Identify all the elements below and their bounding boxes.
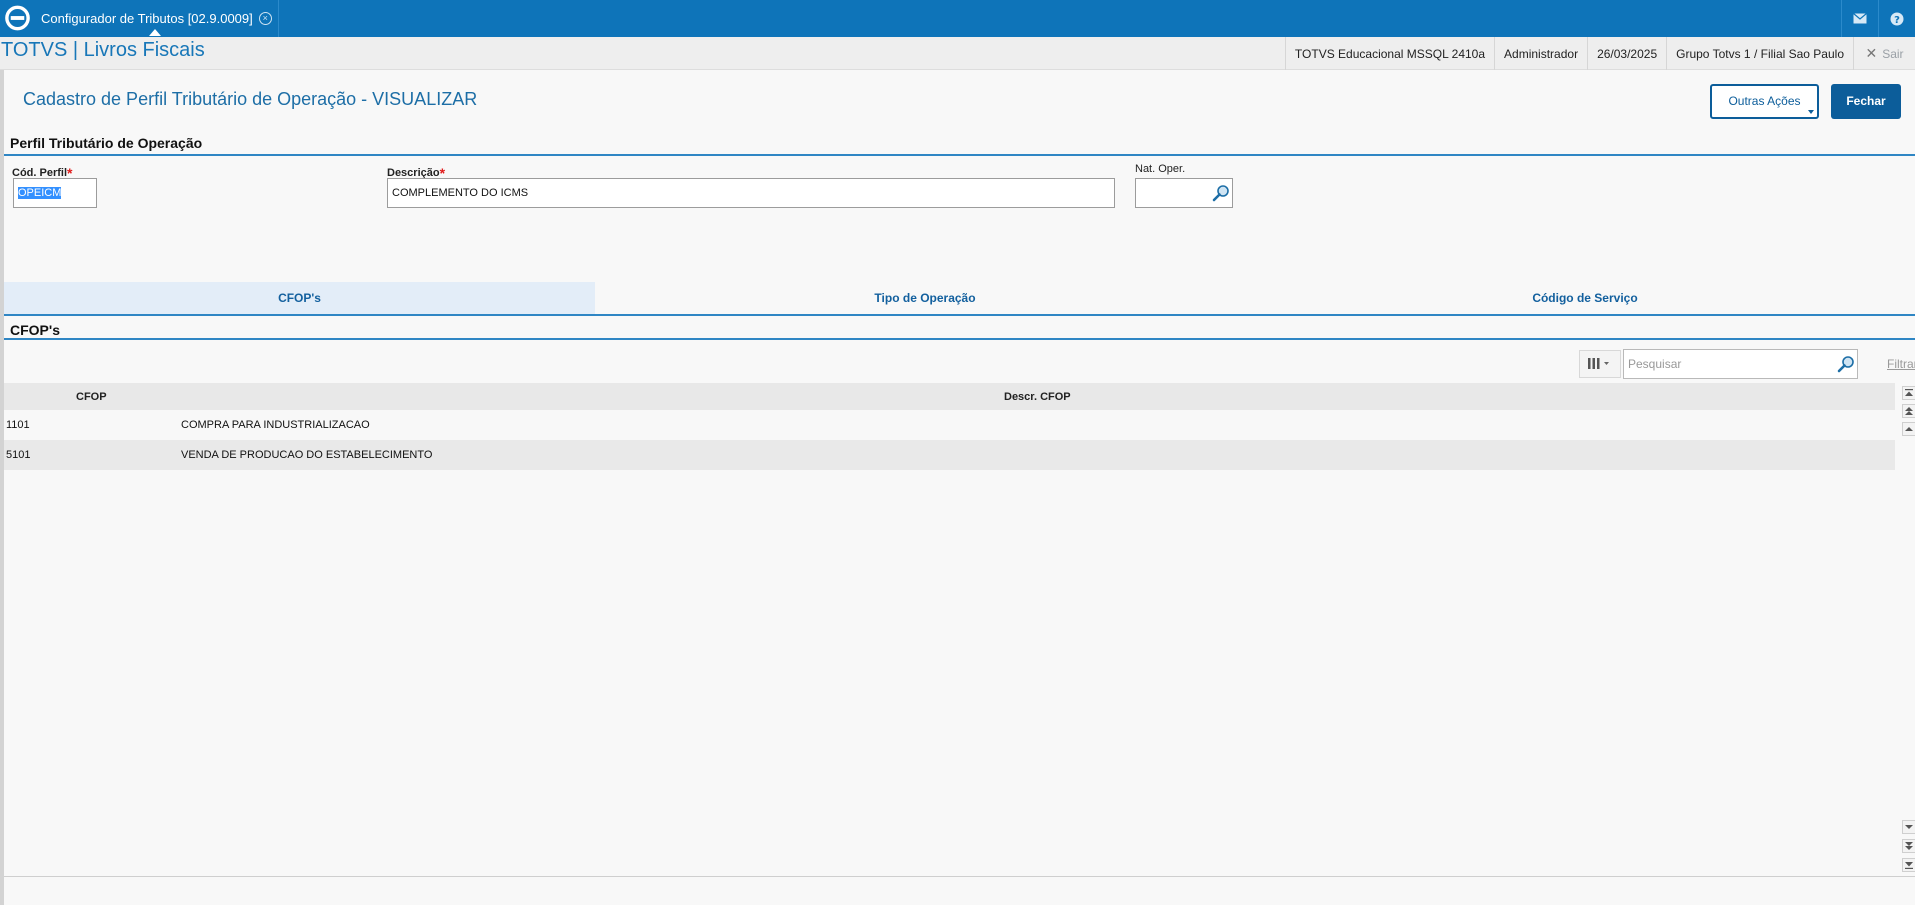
filter-link[interactable]: Filtrar bbox=[1887, 357, 1915, 371]
cod-perfil-field[interactable]: OPEICM bbox=[13, 178, 97, 208]
app-title: TOTVS | Livros Fiscais bbox=[1, 39, 205, 61]
table-row[interactable]: 5101 VENDA DE PRODUCAO DO ESTABELECIMENT… bbox=[4, 440, 1895, 470]
cod-perfil-value: OPEICM bbox=[18, 187, 62, 199]
mail-icon[interactable] bbox=[1841, 0, 1878, 37]
cod-perfil-label: Cód. Perfil* bbox=[12, 165, 73, 181]
active-tab-caret bbox=[149, 29, 161, 36]
section-divider bbox=[4, 154, 1915, 156]
search-placeholder: Pesquisar bbox=[1628, 357, 1682, 371]
company-label: Grupo Totvs 1 / Filial Sao Paulo bbox=[1666, 37, 1853, 70]
nat-oper-label: Nat. Oper. bbox=[1135, 163, 1186, 175]
tab-codigo-de-servico[interactable]: Código de Serviço bbox=[1255, 282, 1915, 314]
search-icon[interactable] bbox=[1837, 355, 1855, 373]
tab-title: Configurador de Tributos [02.9.0009] bbox=[41, 11, 253, 26]
app-bar: TOTVS | Livros Fiscais TOTVS Educacional… bbox=[0, 37, 1915, 70]
date-label: 26/03/2025 bbox=[1587, 37, 1666, 70]
search-lookup-icon[interactable] bbox=[1212, 184, 1230, 202]
scroll-bottom-button[interactable] bbox=[1902, 858, 1915, 872]
app-window: Configurador de Tributos [02.9.0009] × ?… bbox=[0, 0, 1915, 905]
chevron-down-icon bbox=[1808, 110, 1814, 114]
scroll-top-button[interactable] bbox=[1902, 386, 1915, 400]
other-actions-button[interactable]: Outras Ações bbox=[1710, 84, 1819, 119]
folder-tabs: CFOP's Tipo de Operação Código de Serviç… bbox=[4, 282, 1915, 316]
column-header-descr-cfop[interactable]: Descr. CFOP bbox=[1004, 383, 1071, 410]
descricao-value: COMPLEMENTO DO ICMS bbox=[392, 187, 529, 199]
help-icon[interactable]: ? bbox=[1878, 0, 1915, 37]
totvs-logo-icon[interactable] bbox=[3, 3, 32, 33]
main-content: Cadastro de Perfil Tributário de Operaçã… bbox=[0, 70, 1915, 905]
section-divider bbox=[4, 338, 1915, 340]
columns-icon bbox=[1588, 358, 1609, 369]
other-actions-label: Outras Ações bbox=[1728, 94, 1801, 108]
descricao-label: Descrição* bbox=[387, 165, 446, 181]
tab-tipo-de-operacao[interactable]: Tipo de Operação bbox=[595, 282, 1255, 314]
grid-search-input[interactable]: Pesquisar bbox=[1623, 349, 1858, 379]
scroll-up-button[interactable] bbox=[1902, 422, 1915, 436]
top-bar: Configurador de Tributos [02.9.0009] × ? bbox=[0, 0, 1915, 37]
grid-header: CFOP Descr. CFOP bbox=[4, 383, 1895, 410]
column-config-button[interactable] bbox=[1579, 350, 1621, 378]
section-title-perfil: Perfil Tributário de Operação bbox=[10, 135, 203, 151]
descr-cfop-cell: VENDA DE PRODUCAO DO ESTABELECIMENTO bbox=[181, 449, 433, 461]
exit-label: Sair bbox=[1882, 46, 1904, 61]
section-title-cfops: CFOP's bbox=[10, 322, 61, 338]
table-row[interactable]: 1101 COMPRA PARA INDUSTRIALIZACAO bbox=[4, 410, 1895, 440]
tab-cfops[interactable]: CFOP's bbox=[4, 282, 595, 314]
nat-oper-field[interactable] bbox=[1135, 178, 1233, 208]
descricao-field[interactable]: COMPLEMENTO DO ICMS bbox=[387, 178, 1115, 208]
footer-divider bbox=[4, 876, 1915, 877]
scroll-page-up-button[interactable] bbox=[1902, 404, 1915, 418]
close-button[interactable]: Fechar bbox=[1831, 84, 1901, 119]
column-header-cfop[interactable]: CFOP bbox=[76, 383, 107, 410]
scroll-page-down-button[interactable] bbox=[1902, 839, 1915, 853]
cfop-cell: 1101 bbox=[6, 419, 30, 431]
session-info-bar: TOTVS Educacional MSSQL 2410a Administra… bbox=[1284, 37, 1915, 70]
close-icon: ✕ bbox=[1865, 45, 1878, 61]
cfop-cell: 5101 bbox=[6, 449, 31, 461]
descr-cfop-cell: COMPRA PARA INDUSTRIALIZACAO bbox=[181, 419, 370, 431]
svg-text:?: ? bbox=[1894, 15, 1900, 26]
page-title: Cadastro de Perfil Tributário de Operaçã… bbox=[23, 89, 478, 109]
environment-label: TOTVS Educacional MSSQL 2410a bbox=[1284, 37, 1494, 70]
scroll-down-button[interactable] bbox=[1902, 820, 1915, 834]
exit-button[interactable]: ✕ Sair bbox=[1853, 37, 1915, 70]
close-tab-icon[interactable]: × bbox=[258, 12, 272, 25]
user-label: Administrador bbox=[1494, 37, 1587, 70]
